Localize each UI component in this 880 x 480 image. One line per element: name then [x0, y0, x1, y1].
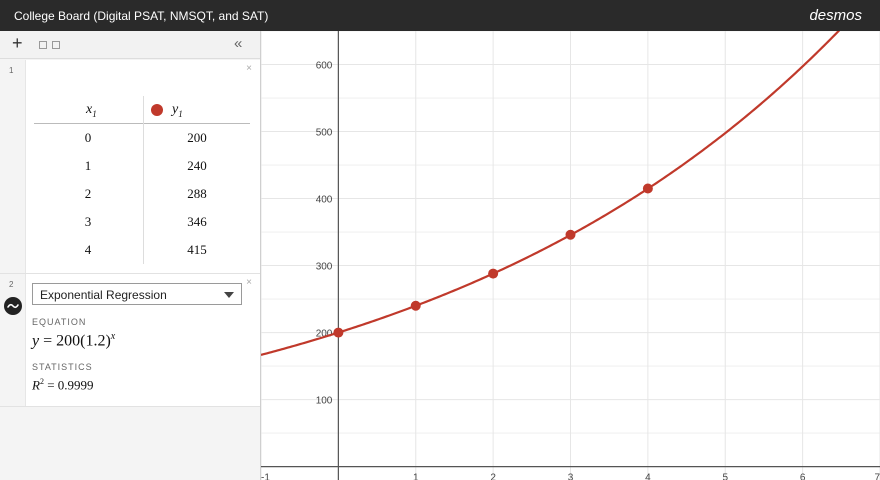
table-cell-y[interactable]: 240 — [167, 158, 227, 174]
x-tick-label: 5 — [722, 473, 728, 480]
table-cell-x[interactable]: 4 — [58, 242, 118, 258]
delete-expression-button[interactable]: × — [246, 63, 252, 74]
x-tick-label: 4 — [645, 473, 651, 480]
data-point[interactable] — [488, 268, 499, 279]
graph-paper[interactable]: -1 1 2 3 4 5 6 7 100 200 300 400 500 600 — [260, 0, 880, 480]
x-tick-label: 3 — [568, 473, 574, 480]
grid-lines — [260, 30, 880, 480]
regression-type-select[interactable]: Exponential Regression — [32, 283, 242, 305]
x-tick-label: 7 — [874, 473, 880, 480]
table-cell-y[interactable]: 346 — [167, 214, 227, 230]
delete-expression-button[interactable]: × — [246, 277, 252, 288]
table-cell-x[interactable]: 2 — [58, 186, 118, 202]
regression-icon[interactable] — [4, 297, 22, 315]
add-expression-button[interactable]: + — [12, 33, 23, 54]
expression-toolbar: + « — [0, 31, 260, 59]
table-column-divider — [143, 96, 144, 264]
undo-icon[interactable] — [39, 41, 47, 49]
expression-list: + « 1 × x1 y1 0 200 1 240 2 288 3 346 4 … — [0, 31, 261, 480]
y-tick-label: 100 — [316, 396, 333, 407]
table-cell-x[interactable]: 3 — [58, 214, 118, 230]
table-cell-y[interactable]: 200 — [167, 130, 227, 146]
table-cell-y[interactable]: 288 — [167, 186, 227, 202]
regression-type-value: Exponential Regression — [40, 288, 167, 302]
table-cell-x[interactable]: 1 — [58, 158, 118, 174]
data-point[interactable] — [642, 183, 653, 194]
expression-number: 1 — [9, 66, 14, 75]
expression-number: 2 — [9, 280, 14, 289]
data-point[interactable] — [333, 327, 344, 338]
y-tick-label: 600 — [316, 61, 333, 72]
collapse-list-button[interactable]: « — [234, 35, 242, 52]
chevron-down-icon — [224, 292, 234, 298]
r-squared-value: R2 = 0.9999 — [32, 377, 94, 393]
desmos-logo: desmos — [809, 7, 862, 24]
expression-gutter: 2 — [0, 274, 26, 406]
table-header-divider — [34, 123, 250, 124]
redo-icon[interactable] — [52, 41, 60, 49]
table-header-y[interactable]: y1 — [172, 102, 183, 119]
graph-canvas[interactable]: -1 1 2 3 4 5 6 7100200300400500600 — [260, 0, 880, 480]
table-cell-y[interactable]: 415 — [167, 242, 227, 258]
regression-equation: y = 200(1.2)x — [32, 331, 116, 350]
table-expression[interactable]: 1 × x1 y1 0 200 1 240 2 288 3 346 4 415 — [0, 60, 260, 274]
y-tick-label: 500 — [316, 128, 333, 139]
table-cell-x[interactable]: 0 — [58, 130, 118, 146]
statistics-label: STATISTICS — [32, 362, 93, 372]
x-tick-label: -1 — [261, 473, 270, 480]
x-tick-label: 6 — [800, 473, 806, 480]
regression-expression[interactable]: 2 × Exponential Regression EQUATION y = … — [0, 274, 260, 407]
data-point[interactable] — [410, 300, 421, 311]
x-tick-label: 1 — [413, 473, 419, 480]
data-point[interactable] — [565, 229, 576, 240]
y-tick-label: 300 — [316, 262, 333, 273]
y-tick-label: 400 — [316, 195, 333, 206]
expression-gutter: 1 — [0, 60, 26, 273]
equation-label: EQUATION — [32, 317, 87, 327]
x-tick-label: 2 — [490, 473, 496, 480]
title-bar: College Board (Digital PSAT, NMSQT, and … — [0, 0, 880, 31]
window-title: College Board (Digital PSAT, NMSQT, and … — [14, 9, 269, 23]
table-header-x[interactable]: x1 — [86, 102, 97, 119]
series-color-icon[interactable] — [151, 104, 163, 116]
